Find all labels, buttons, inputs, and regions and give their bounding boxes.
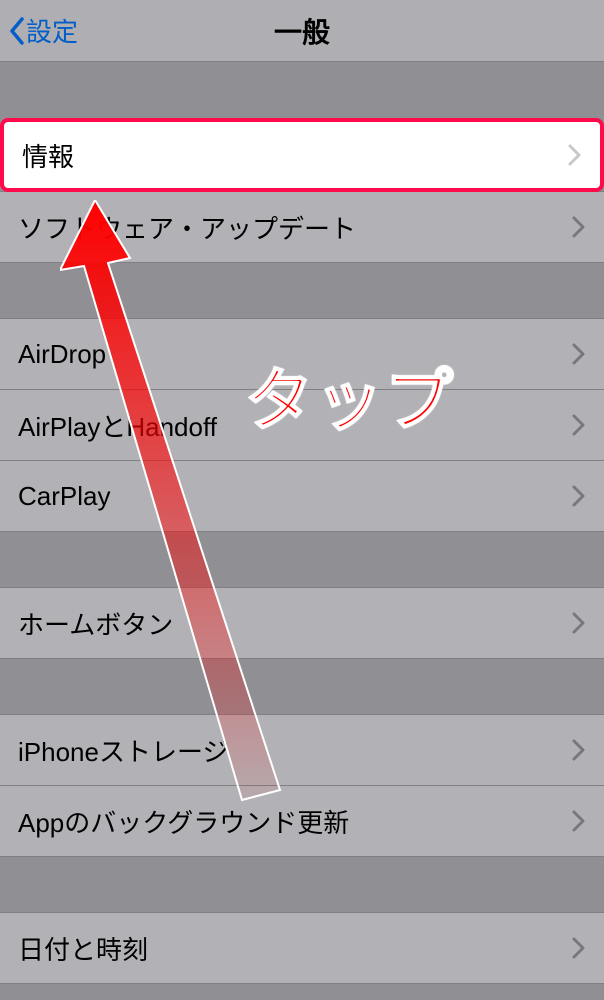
row-label: AirPlayとHandoff: [18, 407, 217, 444]
chevron-right-icon: [572, 937, 586, 959]
row-label: CarPlay: [18, 481, 110, 512]
settings-group: ホームボタン: [0, 587, 604, 659]
chevron-right-icon: [572, 414, 586, 436]
row-background-app-refresh[interactable]: Appのバックグラウンド更新: [0, 785, 604, 857]
settings-group: AirDrop AirPlayとHandoff CarPlay: [0, 318, 604, 532]
chevron-right-icon: [572, 343, 586, 365]
back-label: 設定: [26, 12, 78, 49]
chevron-right-icon: [572, 739, 586, 761]
settings-group: 日付と時刻: [0, 912, 604, 984]
chevron-right-icon: [572, 216, 586, 238]
row-label: 情報: [22, 137, 74, 174]
row-info[interactable]: 情報: [0, 118, 604, 192]
row-label: Appのバックグラウンド更新: [18, 803, 349, 840]
chevron-left-icon: [8, 17, 26, 45]
chevron-right-icon: [572, 810, 586, 832]
row-carplay[interactable]: CarPlay: [0, 460, 604, 532]
row-label: iPhoneストレージ: [18, 732, 228, 769]
row-airdrop[interactable]: AirDrop: [0, 318, 604, 390]
row-label: AirDrop: [18, 339, 106, 370]
navigation-bar: 設定 一般: [0, 0, 604, 62]
chevron-right-icon: [568, 144, 582, 166]
back-button[interactable]: 設定: [8, 12, 78, 49]
settings-content: 情報 ソフトウェア・アップデート AirDrop AirPlayとHandoff: [0, 62, 604, 984]
settings-group: iPhoneストレージ Appのバックグラウンド更新: [0, 714, 604, 857]
row-label: 日付と時刻: [18, 930, 148, 967]
row-airplay-handoff[interactable]: AirPlayとHandoff: [0, 389, 604, 461]
chevron-right-icon: [572, 485, 586, 507]
row-label: ソフトウェア・アップデート: [18, 209, 356, 246]
settings-group: 情報 ソフトウェア・アップデート: [0, 118, 604, 263]
row-iphone-storage[interactable]: iPhoneストレージ: [0, 714, 604, 786]
row-home-button[interactable]: ホームボタン: [0, 587, 604, 659]
page-title: 一般: [274, 11, 330, 51]
row-date-time[interactable]: 日付と時刻: [0, 912, 604, 984]
chevron-right-icon: [572, 612, 586, 634]
row-software-update[interactable]: ソフトウェア・アップデート: [0, 191, 604, 263]
row-label: ホームボタン: [18, 605, 173, 642]
